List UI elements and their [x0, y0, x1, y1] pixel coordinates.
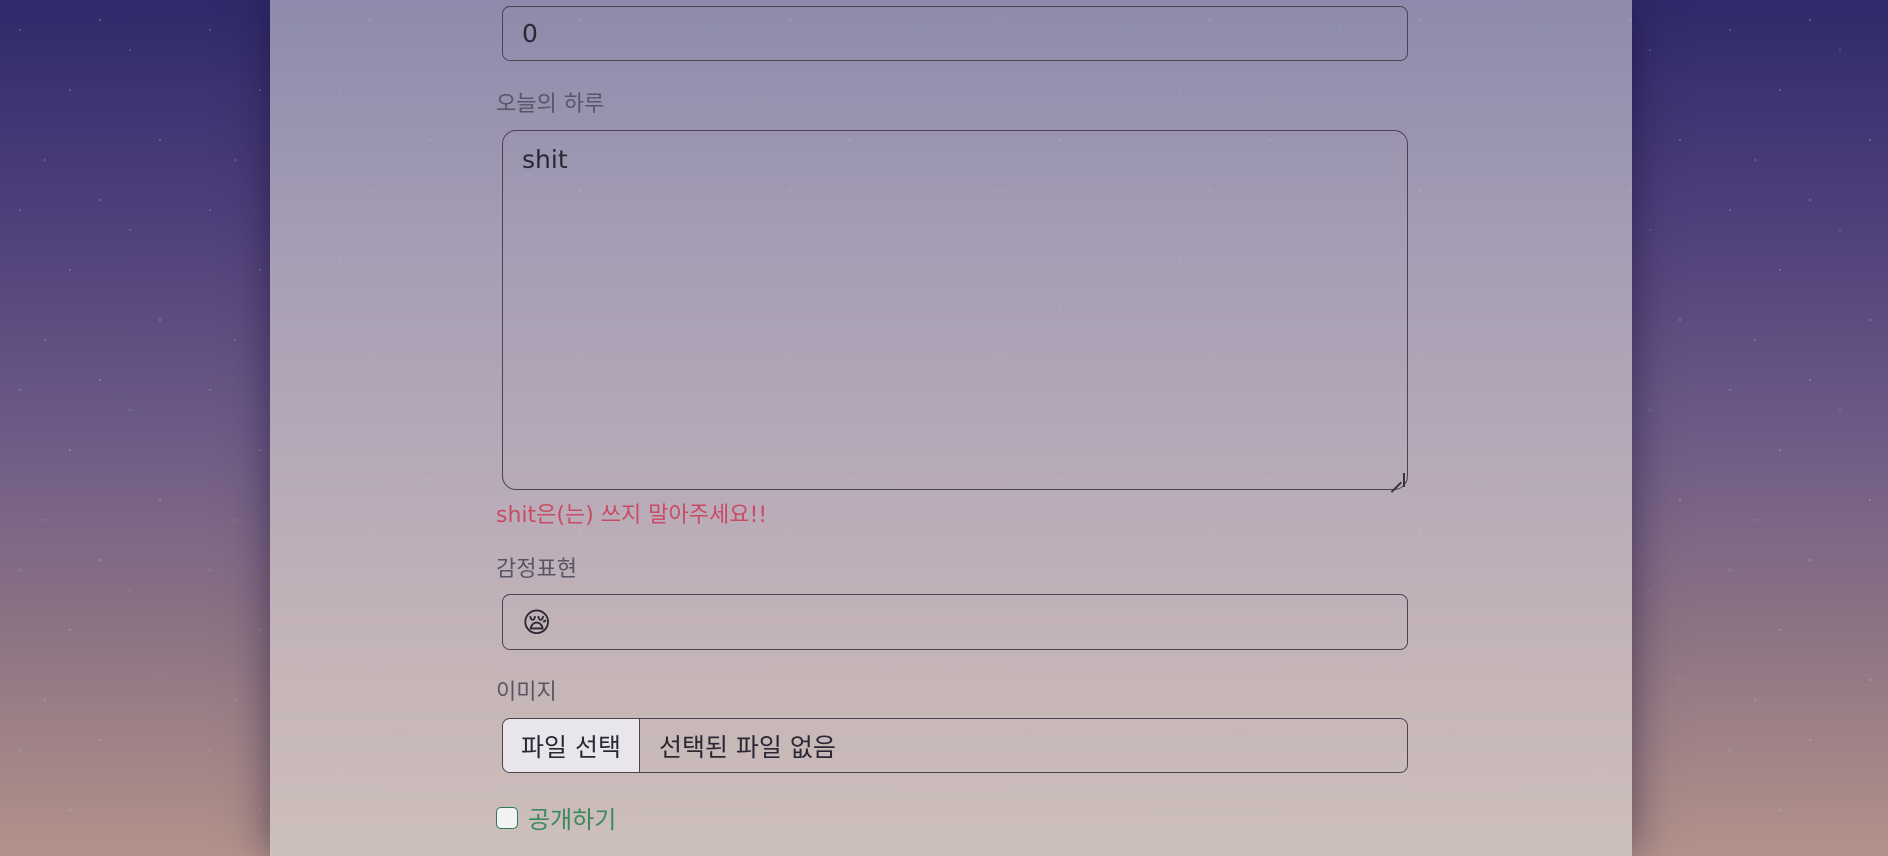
image-label: 이미지: [496, 680, 557, 705]
choose-file-button[interactable]: 파일 선택: [503, 719, 640, 772]
public-checkbox[interactable]: [496, 806, 518, 829]
file-status-text: 선택된 파일 없음: [658, 732, 836, 762]
public-toggle-row[interactable]: 공개하기: [496, 800, 616, 835]
diary-form-panel: 0 오늘의 하루 shit shit은(는) 쓰지 말아주세요!! 감정표현 😪…: [270, 0, 1632, 856]
emotion-emoji: 😪: [522, 605, 552, 639]
diary-label: 오늘의 하루: [496, 92, 605, 117]
image-file-input[interactable]: 파일 선택 선택된 파일 없음: [502, 718, 1408, 773]
validation-error-message: shit은(는) 쓰지 말아주세요!!: [496, 503, 768, 528]
number-input-value: 0: [522, 19, 538, 48]
number-input[interactable]: 0: [502, 6, 1408, 61]
resize-handle-icon[interactable]: [1389, 473, 1405, 487]
diary-textarea[interactable]: shit: [502, 130, 1408, 490]
emotion-input[interactable]: 😪: [502, 594, 1408, 650]
public-checkbox-label[interactable]: 공개하기: [528, 800, 616, 835]
diary-textarea-value: shit: [522, 145, 568, 174]
emotion-label: 감정표현: [496, 557, 577, 582]
